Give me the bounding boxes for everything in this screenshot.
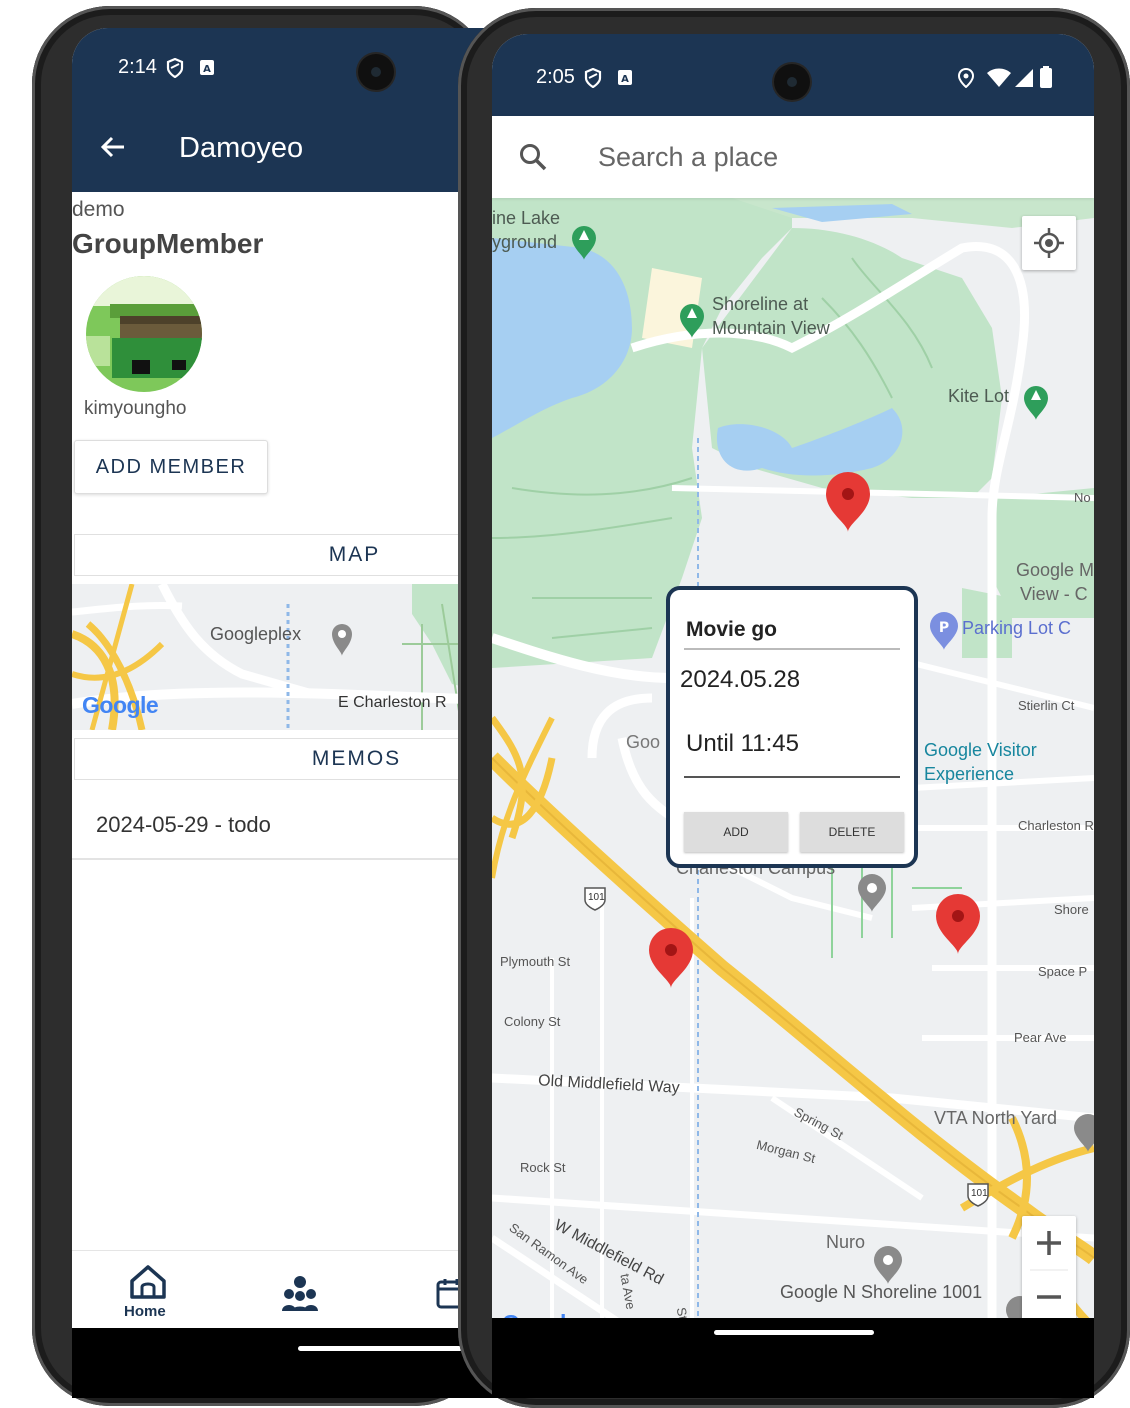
nav-home-label: Home xyxy=(124,1303,166,1320)
my-location-button[interactable] xyxy=(1022,216,1076,270)
status-bar: 2:05 A xyxy=(492,34,1094,116)
map-label-hwy-101-b: 101 xyxy=(971,1188,988,1199)
map-label-google-n-shoreline: Google N Shoreline 1001 xyxy=(780,1282,983,1302)
map-label-kite-lot: Kite Lot xyxy=(948,386,1010,406)
avatar-image xyxy=(86,276,202,392)
front-camera xyxy=(358,54,394,90)
google-logo: Google xyxy=(82,692,159,718)
map-label-lake: ine Lake xyxy=(492,208,561,228)
status-time: 2:05 xyxy=(536,66,575,88)
svg-text:A: A xyxy=(621,74,629,85)
map-label-pear: Pear Ave xyxy=(1014,1030,1067,1045)
map-label-google-mv-2: View - C xyxy=(1020,584,1088,604)
front-camera xyxy=(774,64,810,100)
location-icon xyxy=(958,68,974,88)
member-username: kimyoungho xyxy=(84,398,187,419)
group-name-label: demo xyxy=(72,198,125,221)
zoom-controls xyxy=(1022,1216,1076,1324)
map-label-goo: Goo xyxy=(626,732,661,752)
svg-text:A: A xyxy=(203,64,211,75)
list-item[interactable]: 2024-05-29 - todo xyxy=(72,800,492,860)
delete-button[interactable]: DELETE xyxy=(800,812,904,852)
mini-map-label-googleplex: Googleplex xyxy=(210,624,302,644)
map-label-visitor-1: Google Visitor xyxy=(924,740,1037,760)
crosshair-icon xyxy=(1034,228,1064,258)
map-view[interactable]: P ine Lake yground Shoreline at Mountain… xyxy=(492,198,1094,1344)
battery-icon xyxy=(1040,66,1052,88)
avatar[interactable] xyxy=(86,276,202,392)
wifi-icon xyxy=(987,68,1011,87)
status-bar: 2:14 A xyxy=(72,28,492,108)
event-info-window: Movie go 2024.05.28 Until 11:45 ADD DELE… xyxy=(666,586,918,868)
map-label-vta: VTA North Yard xyxy=(934,1108,1058,1128)
shield-icon xyxy=(584,68,602,88)
mini-map-label-charleston: E Charleston R xyxy=(338,694,447,711)
map-label-parking: Parking Lot C xyxy=(962,618,1072,638)
group-icon[interactable] xyxy=(280,1275,320,1313)
sim-icon: A xyxy=(200,60,214,75)
map-label-colony: Colony St xyxy=(504,1014,561,1029)
minus-icon xyxy=(1037,1295,1061,1299)
map-label-rock: Rock St xyxy=(520,1160,566,1175)
app-bar: Damoyeo xyxy=(72,108,492,192)
plus-icon xyxy=(1037,1231,1061,1255)
event-date: 2024.05.28 xyxy=(680,666,801,693)
zoom-out-button[interactable] xyxy=(1022,1270,1076,1324)
memo-text: 2024-05-29 - todo xyxy=(96,812,271,837)
add-member-button[interactable]: ADD MEMBER xyxy=(74,440,268,494)
left-phone-nav-area xyxy=(72,1328,492,1398)
map-label-visitor-2: Experience xyxy=(924,764,1015,784)
memos-section-button[interactable]: MEMOS xyxy=(74,738,474,780)
left-gesture-bar xyxy=(298,1346,478,1351)
map-label-nuro: Nuro xyxy=(826,1232,866,1252)
svg-text:P: P xyxy=(939,620,949,636)
map-label-plymouth: Plymouth St xyxy=(500,954,571,969)
sim-icon: A xyxy=(618,70,632,85)
left-phone-screen: 2:14 A Damoyeo demo GroupMember kimyoung… xyxy=(72,28,492,1342)
map-label-shoreline-2: Mountain View xyxy=(712,318,830,338)
map-label-charleston-rd: Charleston R xyxy=(1018,818,1094,833)
zoom-in-button[interactable] xyxy=(1022,1216,1076,1270)
shield-icon xyxy=(166,58,184,78)
left-phone-frame: 2:14 A Damoyeo demo GroupMember kimyoung… xyxy=(32,6,492,1406)
add-button[interactable]: ADD xyxy=(684,812,788,852)
memos-section-label: MEMOS xyxy=(311,747,402,770)
right-gesture-bar xyxy=(714,1330,874,1335)
signal-icon xyxy=(1015,69,1033,87)
search-input[interactable]: Search a place xyxy=(598,142,778,173)
divider xyxy=(684,648,900,650)
event-until: Until 11:45 xyxy=(686,730,799,757)
map-label-no: No xyxy=(1074,490,1091,505)
map-label-shore: Shore xyxy=(1054,902,1089,917)
map-label-space: Space P xyxy=(1038,964,1088,979)
map-section-button[interactable]: MAP xyxy=(74,534,474,576)
divider xyxy=(684,776,900,778)
map-label-stierlin: Stierlin Ct xyxy=(1018,698,1075,713)
bottom-nav: Home xyxy=(72,1250,492,1335)
page-title: GroupMember xyxy=(72,228,264,259)
map-label-google-mv-1: Google M xyxy=(1016,560,1094,580)
status-time: 2:14 xyxy=(118,56,157,78)
map-section-label: MAP xyxy=(328,543,381,566)
right-phone-screen: 2:05 A Search a place P ine Lake yground… xyxy=(492,34,1094,1344)
right-phone-frame: 2:05 A Search a place P ine Lake yground… xyxy=(458,8,1130,1408)
event-title: Movie go xyxy=(686,618,778,641)
search-icon[interactable] xyxy=(518,142,548,172)
map-label-playground: yground xyxy=(492,232,558,252)
map-label-hwy-101-a: 101 xyxy=(588,892,605,903)
search-bar[interactable]: Search a place xyxy=(492,116,1094,198)
home-icon[interactable] xyxy=(128,1263,168,1301)
app-title: Damoyeo xyxy=(179,132,304,164)
mini-map[interactable]: Googleplex E Charleston R Google xyxy=(72,584,492,730)
back-arrow-icon[interactable] xyxy=(98,132,128,162)
map-label-shoreline-1: Shoreline at xyxy=(712,294,809,314)
